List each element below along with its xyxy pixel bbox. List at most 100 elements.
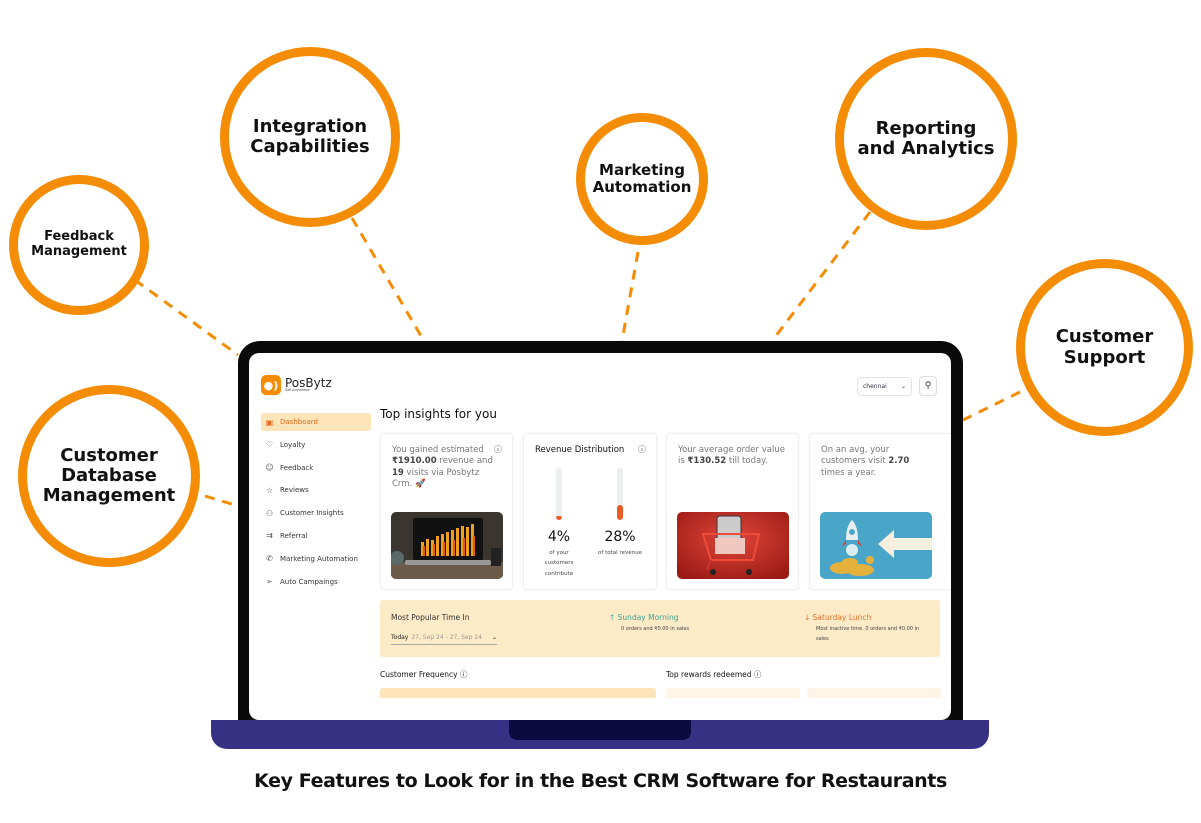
sidebar-item-marketing-automation[interactable]: ✆ Marketing Automation bbox=[261, 550, 371, 568]
feature-label: Customer bbox=[1055, 326, 1154, 348]
revenue-distribution-card: Revenue Distribution ⓘ 4% 28% of your cu… bbox=[523, 433, 657, 590]
insight-card-average-order: Your average order value is ₹130.52 till… bbox=[666, 433, 799, 590]
insight-text: Your average order value is ₹130.52 till… bbox=[678, 445, 785, 467]
sidebar-item-label: Marketing Automation bbox=[280, 554, 358, 563]
user-profile-button[interactable]: ⚲ bbox=[919, 376, 937, 396]
feature-integration-capabilities: Integration Capabilities bbox=[220, 47, 400, 227]
referral-icon: ⇉ bbox=[266, 531, 273, 541]
connector-integration bbox=[350, 217, 426, 342]
send-icon: ➢ bbox=[266, 577, 273, 587]
info-icon[interactable]: ⓘ bbox=[494, 444, 502, 455]
customers-percent: 4% bbox=[547, 529, 571, 545]
chevron-down-icon: ⌄ bbox=[900, 382, 906, 390]
laptop-notch bbox=[509, 720, 691, 740]
feature-label: Management bbox=[42, 485, 176, 507]
rocket-coins-illustration bbox=[820, 512, 932, 579]
sidebar-item-label: Dashboard bbox=[280, 418, 318, 426]
sidebar-item-label: Reviews bbox=[280, 486, 309, 495]
arrow-up-icon: ↑ bbox=[609, 613, 618, 622]
popular-time-title: Most Popular Time In bbox=[391, 613, 470, 622]
connector-support bbox=[962, 390, 1021, 422]
sidebar-item-label: Referral bbox=[280, 531, 308, 540]
connector-feedback bbox=[134, 278, 239, 357]
megaphone-icon: ✆ bbox=[266, 554, 273, 564]
laptop-screen: ●) PosBytz Sell anywhere chennai ⌄ ⚲ ▣ D… bbox=[249, 353, 951, 720]
feature-customer-support: Customer Support bbox=[1016, 259, 1193, 436]
popular-time-panel: Most Popular Time In Today 27, Sep 24 - … bbox=[380, 600, 940, 657]
revenue-bar-fill bbox=[617, 505, 623, 520]
heart-icon: ♡ bbox=[265, 440, 274, 450]
info-icon[interactable]: ⓘ bbox=[638, 444, 646, 455]
brand-logo[interactable]: ●) PosBytz Sell anywhere bbox=[261, 375, 332, 395]
date-range: 27, Sep 24 - 27, Sep 24 bbox=[411, 634, 482, 641]
insight-card-gained: You gained estimated ₹1910.00 revenue an… bbox=[380, 433, 513, 590]
sidebar-item-dashboard[interactable]: ▣ Dashboard bbox=[261, 413, 371, 431]
low-time: ↓ Saturday Lunch Most inactive time. 0 o… bbox=[804, 613, 932, 644]
feature-marketing-automation: Marketing Automation bbox=[576, 113, 708, 245]
page-title: Top insights for you bbox=[380, 407, 497, 421]
connector-database bbox=[204, 494, 239, 508]
info-icon[interactable]: ⓘ bbox=[460, 670, 468, 679]
peak-time: ↑ Sunday Morning 0 orders and ₹0.00 in s… bbox=[609, 613, 689, 635]
location-select[interactable]: chennai ⌄ bbox=[857, 376, 912, 396]
posbytz-logo-icon: ●) bbox=[261, 375, 281, 395]
feature-label: Reporting bbox=[875, 117, 977, 139]
feature-label: Marketing bbox=[599, 161, 685, 180]
user-icon: ⚲ bbox=[924, 381, 932, 391]
sidebar-item-label: Customer Insights bbox=[280, 509, 344, 518]
feedback-icon: ☺ bbox=[265, 463, 274, 473]
revenue-percent-caption: of total revenue bbox=[598, 550, 642, 556]
sidebar-item-loyalty[interactable]: ♡ Loyalty bbox=[261, 436, 371, 454]
feature-label: Customer bbox=[60, 444, 158, 466]
customers-bar-fill bbox=[556, 515, 562, 520]
sidebar-item-auto-campaigns[interactable]: ➢ Auto Campaings bbox=[261, 573, 371, 591]
location-value: chennai bbox=[863, 382, 887, 390]
sidebar-item-label: Feedback bbox=[280, 463, 314, 472]
feature-label: Database bbox=[61, 464, 157, 486]
arrow-down-icon: ↓ bbox=[804, 613, 813, 622]
section-title-text: Customer Frequency bbox=[380, 670, 458, 679]
crm-dashboard: ●) PosBytz Sell anywhere chennai ⌄ ⚲ ▣ D… bbox=[249, 353, 951, 720]
users-icon: ⚇ bbox=[265, 508, 274, 518]
revenue-distribution-title: Revenue Distribution bbox=[535, 445, 625, 455]
info-icon[interactable]: ⓘ bbox=[754, 670, 762, 679]
feature-label: Integration bbox=[252, 115, 368, 137]
feature-label: Management bbox=[31, 244, 127, 259]
low-time-label: Saturday Lunch bbox=[812, 613, 872, 622]
customers-bar-track bbox=[556, 468, 562, 520]
revenue-percent: 28% bbox=[604, 529, 636, 545]
peak-time-details: 0 orders and ₹0.00 in sales bbox=[621, 626, 690, 632]
customers-percent-caption: of your customers contribute bbox=[544, 550, 574, 577]
sidebar-item-label: Loyalty bbox=[280, 440, 306, 449]
reward-card bbox=[666, 688, 800, 698]
low-time-details: Most inactive time. 0 orders and ₹0.00 i… bbox=[816, 626, 920, 642]
feature-label: and Analytics bbox=[857, 138, 995, 159]
insight-text: On an avg, your customers visit 2.70 tim… bbox=[821, 445, 910, 478]
connector-marketing bbox=[620, 251, 640, 342]
feature-reporting-analytics: Reporting and Analytics bbox=[835, 48, 1017, 230]
dashboard-icon: ▣ bbox=[265, 417, 274, 427]
revenue-bar-track bbox=[617, 468, 623, 520]
peak-time-label: Sunday Morning bbox=[617, 613, 679, 622]
caption: Key Features to Look for in the Best CRM… bbox=[254, 770, 947, 792]
sidebar-item-label: Auto Campaings bbox=[280, 577, 338, 586]
top-rewards-heading: Top rewards redeemed ⓘ bbox=[666, 669, 761, 680]
connector-reporting bbox=[770, 211, 872, 342]
shopping-cart-illustration bbox=[677, 512, 789, 579]
date-range-select[interactable]: Today 27, Sep 24 - 27, Sep 24 ⌄ bbox=[391, 634, 497, 645]
feature-feedback-management: Feedback Management bbox=[9, 175, 149, 315]
section-title-text: Top rewards redeemed bbox=[666, 670, 752, 679]
sidebar-item-reviews[interactable]: ☆ Reviews bbox=[261, 481, 371, 499]
insight-card-visit-frequency: On an avg, your customers visit 2.70 tim… bbox=[809, 433, 951, 590]
brand-tagline: Sell anywhere bbox=[285, 388, 310, 393]
reward-card bbox=[807, 688, 941, 698]
feature-label: Automation bbox=[592, 178, 692, 196]
sidebar-item-feedback[interactable]: ☺ Feedback bbox=[261, 459, 371, 477]
sidebar-item-referral[interactable]: ⇉ Referral bbox=[261, 527, 371, 545]
sidebar-item-customer-insights[interactable]: ⚇ Customer Insights bbox=[261, 504, 371, 522]
period-label: Today bbox=[391, 634, 409, 641]
star-icon: ☆ bbox=[265, 485, 274, 495]
insight-text: You gained estimated ₹1910.00 revenue an… bbox=[392, 445, 493, 490]
feature-label: Capabilities bbox=[250, 136, 370, 157]
chevron-down-icon: ⌄ bbox=[491, 634, 497, 641]
